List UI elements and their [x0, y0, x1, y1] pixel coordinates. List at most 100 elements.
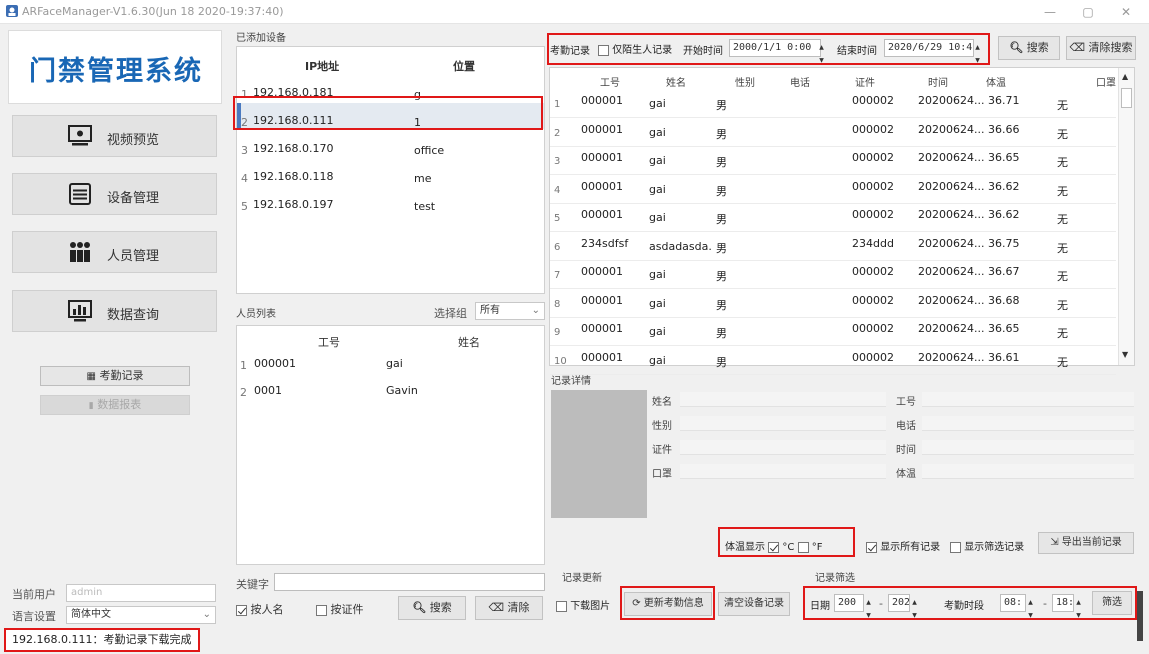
people-search-button[interactable]: 🔍︎ 搜索 [398, 596, 466, 620]
window-resize-grip[interactable] [1137, 591, 1143, 641]
by-cert-checkbox[interactable] [316, 604, 327, 616]
nav-people-management-button[interactable]: 人员管理 [12, 231, 217, 273]
detail-mask-label: 口罩 [652, 469, 672, 480]
record-cell-cert: 000002 [852, 208, 894, 221]
scroll-down-icon[interactable]: ▼ [1122, 350, 1128, 359]
record-cell-staff-id: 000001 [581, 265, 623, 278]
record-row-number: 6 [554, 241, 561, 253]
records-col-cert-header[interactable]: 证件 [855, 74, 875, 89]
show-all-option[interactable]: 显示所有记录 [866, 538, 940, 553]
record-row[interactable] [550, 177, 1116, 204]
record-cell-temperature: 36.66 [988, 122, 1020, 136]
record-row[interactable] [550, 262, 1116, 289]
record-cell-sex: 男 [716, 213, 727, 226]
by-name-option[interactable]: 按人名 [236, 601, 284, 617]
record-cell-staff-id: 234sdfsf [581, 236, 629, 250]
minimize-button[interactable]: — [1030, 0, 1070, 24]
record-row[interactable] [550, 91, 1116, 118]
records-col-phone-header[interactable]: 电话 [790, 74, 810, 89]
language-select[interactable]: 简体中文 ⌄ [66, 606, 216, 624]
record-cell-time: 20200624... [918, 179, 985, 193]
show-filtered-option[interactable]: 显示筛选记录 [950, 538, 1024, 553]
close-button[interactable]: ✕ [1106, 0, 1146, 24]
nav-device-management-label: 设备管理 [107, 191, 160, 206]
record-row[interactable] [550, 120, 1116, 147]
record-row[interactable] [550, 319, 1116, 346]
records-scrollbar[interactable]: ▲ ▼ [1118, 68, 1134, 365]
record-cell-cert: 000002 [852, 94, 894, 107]
clear-device-records-button[interactable]: 清空设备记录 [718, 592, 790, 616]
data-report-button[interactable]: ▮ 数据报表 [40, 395, 190, 415]
record-row-number: 8 [554, 298, 561, 310]
by-name-label: 按人名 [250, 603, 284, 616]
record-cell-cert: 000002 [852, 122, 894, 136]
scrollbar-thumb[interactable] [1121, 88, 1132, 108]
record-row[interactable] [550, 148, 1116, 175]
record-cell-time: 20200624... [918, 94, 985, 107]
maximize-button[interactable]: ▢ [1068, 0, 1108, 24]
record-cell-staff-id: 000001 [581, 94, 623, 107]
devices-title: 已添加设备 [236, 33, 286, 44]
person-row-number: 2 [240, 386, 247, 399]
detail-name-field [680, 392, 886, 407]
device-row-position: me [414, 172, 432, 185]
record-row[interactable] [550, 348, 1116, 375]
nav-video-preview-button[interactable]: 视频预览 [12, 115, 217, 157]
record-cell-name: gai [649, 182, 666, 196]
download-pics-option[interactable]: 下载图片 [556, 597, 610, 612]
record-cell-name: gai [649, 268, 666, 281]
server-icon [69, 183, 91, 205]
record-row-divider [550, 231, 1116, 232]
record-cell-sex: 男 [716, 270, 727, 283]
detail-sex-field [680, 416, 886, 431]
record-cell-staff-id: 000001 [581, 179, 623, 193]
record-row[interactable] [550, 291, 1116, 318]
record-cell-mask: 无 [1057, 241, 1068, 255]
people-clear-label: 清除 [507, 601, 530, 614]
person-row-number: 1 [240, 359, 247, 372]
record-cell-sex: 男 [716, 156, 727, 169]
nav-data-query-button[interactable]: 数据查询 [12, 290, 217, 332]
monitor-icon [68, 125, 92, 146]
by-name-checkbox[interactable] [236, 604, 247, 616]
record-cell-mask: 无 [1057, 298, 1068, 312]
language-label: 语言设置 [12, 610, 56, 623]
device-row-position: office [414, 144, 445, 157]
record-row-divider [550, 288, 1116, 289]
col-name-header: 姓名 [458, 336, 480, 349]
record-cell-mask: 无 [1057, 156, 1068, 169]
detail-phone-field [922, 416, 1134, 431]
download-pics-checkbox[interactable] [556, 600, 567, 612]
record-row[interactable] [550, 205, 1116, 232]
records-col-time-header[interactable]: 时间 [928, 74, 948, 89]
detail-cert-label: 证件 [652, 445, 672, 456]
records-col-name-header[interactable]: 姓名 [666, 74, 686, 89]
export-button[interactable]: ⇲ 导出当前记录 [1038, 532, 1134, 554]
record-cell-staff-id: 000001 [581, 350, 623, 364]
by-cert-option[interactable]: 按证件 [316, 601, 364, 617]
records-col-mask-header[interactable]: 口罩 [1096, 74, 1116, 89]
nav-device-management-button[interactable]: 设备管理 [12, 173, 217, 215]
keyword-input[interactable] [274, 573, 545, 591]
show-all-checkbox[interactable] [866, 541, 877, 553]
records-col-temperature-header[interactable]: 体温 [986, 74, 1006, 89]
group-select[interactable]: 所有 ⌄ [475, 302, 545, 320]
people-clear-button[interactable]: ⌫ 清除 [475, 596, 543, 620]
show-filtered-checkbox[interactable] [950, 541, 961, 553]
record-cell-cert: 234ddd [852, 236, 894, 250]
record-cell-time: 20200624... [918, 322, 985, 335]
record-cell-name: gai [649, 211, 666, 224]
scroll-up-icon[interactable]: ▲ [1122, 72, 1128, 81]
record-row[interactable] [550, 234, 1116, 261]
title-bar: ARFaceManager-V1.6.30(Jun 18 2020-19:37:… [0, 0, 1149, 24]
records-col-staff-id-header[interactable]: 工号 [600, 74, 620, 89]
records-search-button[interactable]: 🔍︎ 搜索 [998, 36, 1060, 60]
record-cell-mask: 无 [1057, 327, 1068, 340]
show-filtered-label: 显示筛选记录 [964, 542, 1025, 553]
attendance-record-button[interactable]: ▦ 考勤记录 [40, 366, 190, 386]
clear-search-button[interactable]: ⌫ 清除搜索 [1066, 36, 1136, 60]
record-cell-name: asdadasda. [649, 239, 712, 253]
records-col-sex-header[interactable]: 性别 [735, 74, 755, 89]
record-cell-mask: 无 [1057, 270, 1068, 283]
bar-chart-icon: ▮ [88, 401, 94, 411]
